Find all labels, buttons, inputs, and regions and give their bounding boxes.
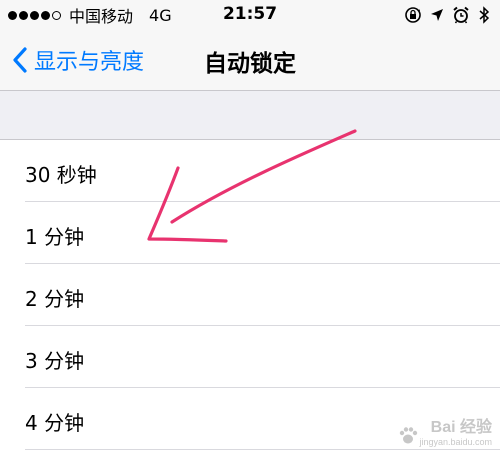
option-label: 3 分钟 <box>25 349 85 373</box>
location-icon <box>430 8 444 22</box>
option-label: 4 分钟 <box>25 411 85 435</box>
option-2-minutes[interactable]: 2 分钟 <box>0 264 500 326</box>
watermark-text: Bai 经验 <box>430 419 492 436</box>
option-30-seconds[interactable]: 30 秒钟 <box>0 140 500 202</box>
alarm-icon <box>452 6 470 24</box>
option-label: 30 秒钟 <box>25 163 97 187</box>
paw-logo-icon <box>400 427 418 444</box>
section-gap <box>0 91 500 140</box>
option-label: 1 分钟 <box>25 225 85 249</box>
status-bar: 中国移动 4G 21:57 <box>0 0 500 30</box>
option-label: 2 分钟 <box>25 287 85 311</box>
option-1-minute[interactable]: 1 分钟 <box>0 202 500 264</box>
bluetooth-icon <box>478 6 490 24</box>
navigation-bar: 显示与亮度 自动锁定 <box>0 30 500 91</box>
row-divider <box>25 449 500 450</box>
auto-lock-screen: 中国移动 4G 21:57 显示与亮度 自动锁定 30 秒钟 1 分钟 2 分钟… <box>0 0 500 453</box>
auto-lock-options-list: 30 秒钟 1 分钟 2 分钟 3 分钟 4 分钟 <box>0 140 500 450</box>
watermark: Bai 经验 jingyan.baidu.com <box>397 413 492 447</box>
rotation-lock-icon <box>404 6 422 24</box>
watermark-url: jingyan.baidu.com <box>419 437 492 447</box>
page-title: 自动锁定 <box>204 51 296 77</box>
option-3-minutes[interactable]: 3 分钟 <box>0 326 500 388</box>
status-bar-right <box>396 5 490 25</box>
